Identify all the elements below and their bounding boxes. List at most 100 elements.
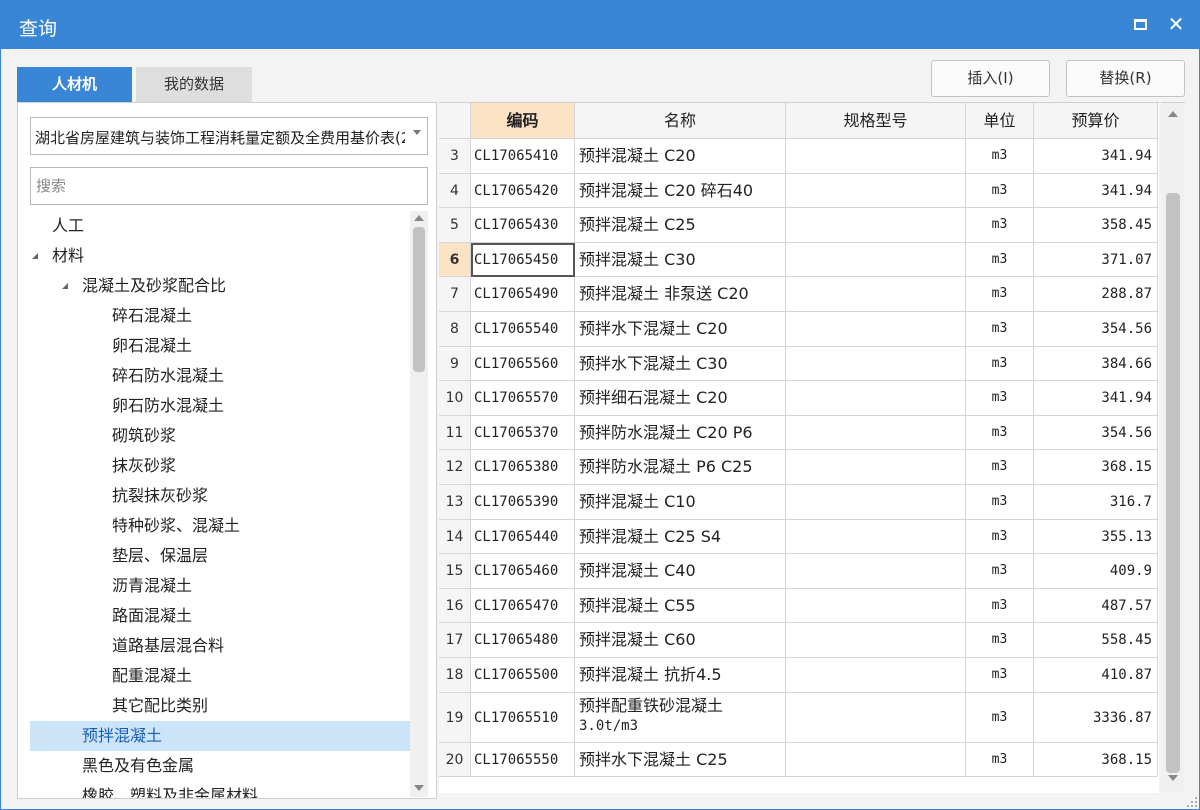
cell-unit[interactable]: m3 — [966, 381, 1034, 416]
cell-code[interactable]: CL17065560 — [471, 346, 575, 382]
cell-spec[interactable] — [786, 623, 966, 658]
tree-node[interactable]: 黑色及有色金属 — [82, 751, 194, 781]
tab-rencaiji[interactable]: 人材机 — [17, 67, 132, 102]
cell-unit[interactable]: m3 — [966, 658, 1034, 693]
row-header[interactable]: 16 — [439, 588, 471, 624]
cell-price[interactable]: 3336.87 — [1034, 692, 1158, 743]
cell-price[interactable]: 410.87 — [1034, 658, 1158, 693]
expand-triangle-icon[interactable] — [62, 283, 68, 289]
cell-code[interactable]: CL17065480 — [471, 623, 575, 658]
tree-node[interactable]: 道路基层混合料 — [112, 631, 224, 661]
row-header[interactable]: 9 — [439, 346, 471, 382]
cell-price[interactable]: 316.7 — [1034, 485, 1158, 520]
maximize-button[interactable] — [1130, 13, 1152, 35]
cell-name[interactable]: 预拌混凝土 C40 — [575, 554, 786, 589]
expand-triangle-icon[interactable] — [32, 253, 38, 259]
resize-grip-icon[interactable] — [1186, 796, 1198, 808]
cell-code[interactable]: CL17065380 — [471, 450, 575, 485]
cell-spec[interactable] — [786, 658, 966, 693]
cell-code[interactable]: CL17065410 — [471, 139, 575, 174]
cell-unit[interactable]: m3 — [966, 450, 1034, 485]
cell-unit[interactable]: m3 — [966, 346, 1034, 382]
cell-spec[interactable] — [786, 346, 966, 382]
tree-node[interactable]: 垫层、保温层 — [112, 541, 208, 571]
tree-node[interactable]: 沥青混凝土 — [112, 571, 192, 601]
cell-price[interactable]: 358.45 — [1034, 208, 1158, 243]
cell-price[interactable]: 558.45 — [1034, 623, 1158, 658]
scroll-down-icon[interactable] — [414, 785, 424, 791]
cell-spec[interactable] — [786, 692, 966, 743]
cell-code[interactable]: CL17065370 — [471, 415, 575, 451]
cell-name[interactable]: 预拌混凝土 C20 — [575, 139, 786, 174]
cell-unit[interactable]: m3 — [966, 277, 1034, 312]
row-header[interactable]: 15 — [439, 554, 471, 589]
col-header-price[interactable]: 预算价 — [1034, 103, 1158, 139]
cell-name[interactable]: 预拌混凝土 抗折4.5 — [575, 658, 786, 693]
cell-spec[interactable] — [786, 415, 966, 451]
row-header[interactable]: 20 — [439, 742, 471, 778]
cell-code[interactable]: CL17065390 — [471, 485, 575, 520]
cell-code[interactable]: CL17065440 — [471, 519, 575, 555]
cell-unit[interactable]: m3 — [966, 415, 1034, 451]
cell-price[interactable]: 354.56 — [1034, 415, 1158, 451]
cell-code[interactable]: CL17065500 — [471, 658, 575, 693]
row-header[interactable]: 8 — [439, 312, 471, 347]
cell-unit[interactable]: m3 — [966, 623, 1034, 658]
cell-spec[interactable] — [786, 742, 966, 778]
cell-price[interactable]: 341.94 — [1034, 173, 1158, 209]
cell-code[interactable]: CL17065470 — [471, 588, 575, 624]
cell-price[interactable]: 341.94 — [1034, 139, 1158, 174]
cell-price[interactable]: 288.87 — [1034, 277, 1158, 312]
row-header[interactable]: 14 — [439, 519, 471, 555]
cell-price[interactable]: 368.15 — [1034, 450, 1158, 485]
tree-scroll-thumb[interactable] — [413, 227, 425, 372]
cell-spec[interactable] — [786, 277, 966, 312]
cell-name[interactable]: 预拌防水混凝土 C20 P6 — [575, 415, 786, 451]
col-header-unit[interactable]: 单位 — [966, 103, 1034, 139]
cell-spec[interactable] — [786, 450, 966, 485]
cell-spec[interactable] — [786, 173, 966, 209]
cell-spec[interactable] — [786, 485, 966, 520]
cell-code[interactable]: CL17065490 — [471, 277, 575, 312]
cell-name[interactable]: 预拌混凝土 C30 — [575, 242, 786, 278]
cell-code[interactable]: CL17065420 — [471, 173, 575, 209]
cell-code[interactable]: CL17065450 — [471, 242, 575, 278]
cell-code[interactable]: CL17065570 — [471, 381, 575, 416]
cell-unit[interactable]: m3 — [966, 139, 1034, 174]
row-header[interactable]: 11 — [439, 415, 471, 451]
row-header[interactable]: 6 — [439, 242, 471, 278]
cell-unit[interactable]: m3 — [966, 692, 1034, 743]
tree-node[interactable]: 卵石混凝土 — [112, 331, 192, 361]
cell-name[interactable]: 预拌混凝土 C55 — [575, 588, 786, 624]
cell-price[interactable]: 354.56 — [1034, 312, 1158, 347]
cell-name[interactable]: 预拌混凝土 非泵送 C20 — [575, 277, 786, 312]
cell-name[interactable]: 预拌混凝土 C60 — [575, 623, 786, 658]
cell-name[interactable]: 预拌细石混凝土 C20 — [575, 381, 786, 416]
table-scroll-thumb[interactable] — [1166, 193, 1180, 773]
close-button[interactable]: ✕ — [1165, 13, 1187, 35]
col-header-code[interactable]: 编码 — [471, 103, 575, 139]
cell-name[interactable]: 预拌混凝土 C25 S4 — [575, 519, 786, 555]
tree-node[interactable]: 预拌混凝土 — [30, 721, 410, 751]
cell-spec[interactable] — [786, 242, 966, 278]
row-header[interactable]: 19 — [439, 692, 471, 743]
replace-button[interactable]: 替换(R) — [1066, 60, 1185, 97]
cell-spec[interactable] — [786, 381, 966, 416]
cell-unit[interactable]: m3 — [966, 588, 1034, 624]
cell-name[interactable]: 预拌配重铁砂混凝土 3.0t/m3 — [575, 692, 786, 743]
table-scrollbar[interactable] — [1161, 102, 1185, 793]
tab-my-data[interactable]: 我的数据 — [136, 67, 252, 102]
row-header[interactable]: 18 — [439, 658, 471, 693]
search-input[interactable] — [30, 167, 428, 205]
cell-name[interactable]: 预拌水下混凝土 C30 — [575, 346, 786, 382]
tree-node[interactable]: 混凝土及砂浆配合比 — [62, 271, 226, 301]
cell-price[interactable]: 487.57 — [1034, 588, 1158, 624]
cell-unit[interactable]: m3 — [966, 742, 1034, 778]
cell-price[interactable]: 409.9 — [1034, 554, 1158, 589]
cell-name[interactable]: 预拌水下混凝土 C20 — [575, 312, 786, 347]
col-header-spec[interactable]: 规格型号 — [786, 103, 966, 139]
cell-spec[interactable] — [786, 312, 966, 347]
tree-node[interactable]: 碎石混凝土 — [112, 301, 192, 331]
cell-code[interactable]: CL17065510 — [471, 692, 575, 743]
cell-name[interactable]: 预拌防水混凝土 P6 C25 — [575, 450, 786, 485]
